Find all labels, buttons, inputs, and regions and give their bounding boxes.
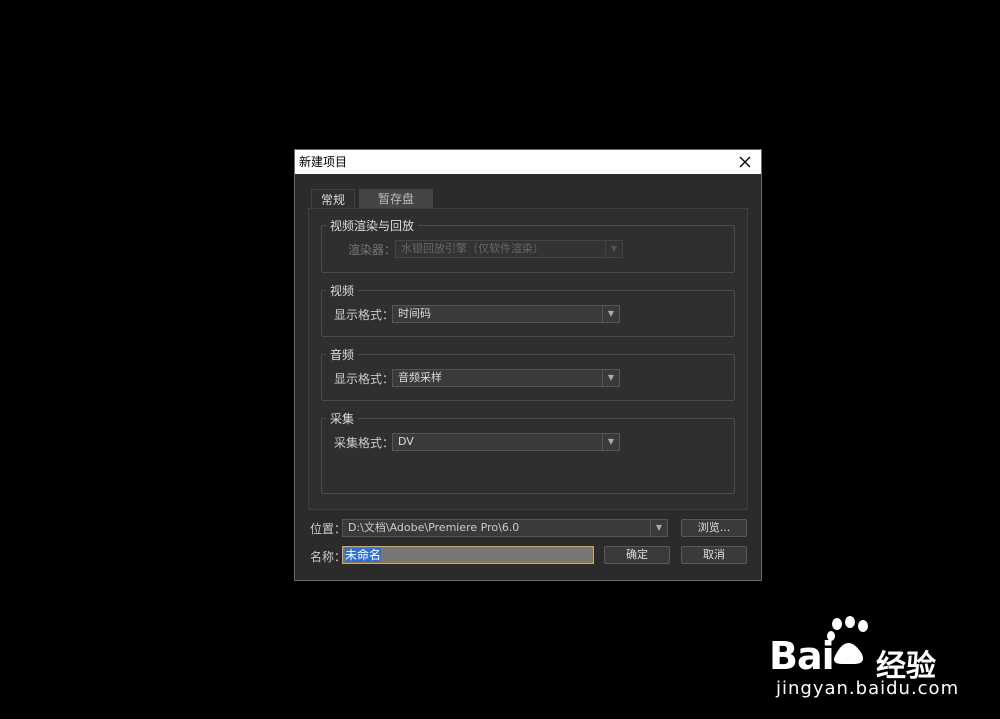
capture-format-select[interactable]: DV ▼ [392,433,620,451]
chevron-down-icon: ▼ [602,370,619,386]
general-panel: 视频渲染与回放 渲染器： 水银回放引擎（仅软件渲染） ▼ 视频 显示格式： 时间… [308,208,748,510]
close-icon[interactable] [735,152,755,172]
chevron-down-icon: ▼ [605,241,622,257]
chevron-down-icon: ▼ [602,434,619,450]
capture-format-label: 采集格式： [334,436,395,450]
render-group-title: 视频渲染与回放 [330,219,415,233]
audio-format-value: 音频采样 [398,371,442,384]
dialog-title: 新建项目 [299,155,348,169]
watermark-url: jingyan.baidu.com [776,678,960,699]
new-project-dialog: 新建项目 常规 暂存盘 视频渲染与回放 渲染器： 水银回放引擎（仅软件渲染） ▼… [294,149,762,581]
capture-group: 采集 采集格式： DV ▼ [321,410,735,494]
name-value: 未命名 [345,548,382,562]
renderer-label: 渲染器： [348,243,397,257]
audio-group-title: 音频 [330,348,355,362]
chevron-down-icon: ▼ [602,306,619,322]
location-select[interactable]: D:\文档\Adobe\Premiere Pro\6.0 ▼ [342,519,668,537]
dialog-titlebar: 新建项目 [295,150,761,174]
audio-format-select[interactable]: 音频采样 ▼ [392,369,620,387]
location-label: 位置： [310,522,347,536]
capture-group-title: 采集 [330,412,355,426]
video-format-label: 显示格式： [334,308,395,322]
render-group: 视频渲染与回放 渲染器： 水银回放引擎（仅软件渲染） ▼ [321,217,735,273]
tab-scratch-disks[interactable]: 暂存盘 [359,189,433,209]
video-group: 视频 显示格式： 时间码 ▼ [321,282,735,337]
name-label: 名称： [310,550,347,564]
video-format-select[interactable]: 时间码 ▼ [392,305,620,323]
tab-general[interactable]: 常规 [311,189,355,209]
renderer-value: 水银回放引擎（仅软件渲染） [401,242,544,255]
renderer-select: 水银回放引擎（仅软件渲染） ▼ [395,240,623,258]
watermark-brand: Bai [769,634,835,678]
ok-button[interactable]: 确定 [604,546,670,564]
name-input[interactable]: 未命名 [342,546,594,564]
audio-group: 音频 显示格式： 音频采样 ▼ [321,346,735,401]
location-value: D:\文档\Adobe\Premiere Pro\6.0 [348,521,520,534]
chevron-down-icon: ▼ [650,520,667,536]
cancel-button[interactable]: 取消 [681,546,747,564]
browse-button[interactable]: 浏览... [681,519,747,537]
audio-format-label: 显示格式： [334,372,395,386]
video-group-title: 视频 [330,284,355,298]
video-format-value: 时间码 [398,307,431,320]
capture-format-value: DV [398,435,414,448]
